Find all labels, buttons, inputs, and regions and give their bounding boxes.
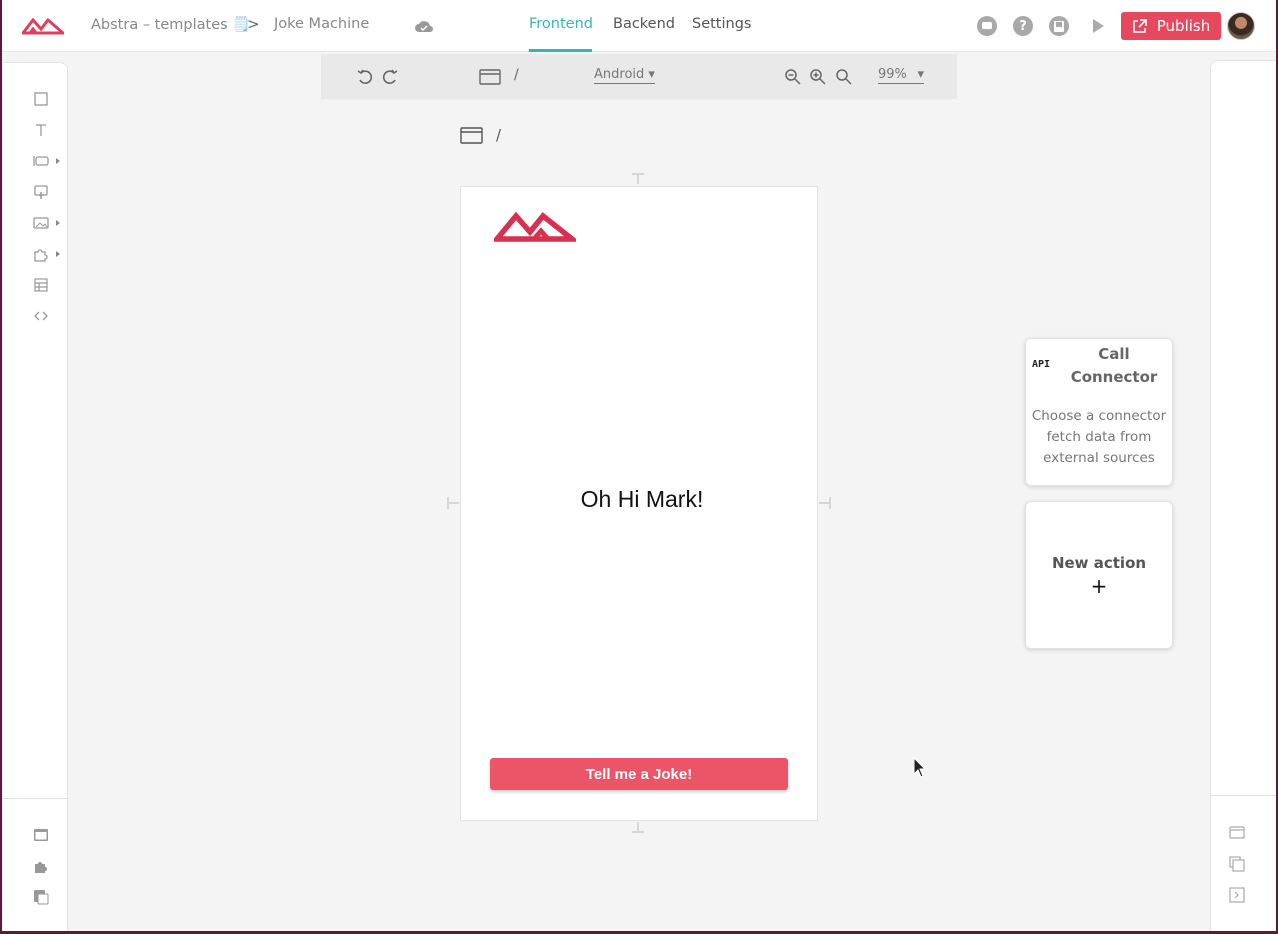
breadcrumb-separator: > xyxy=(247,15,260,33)
call-connector-description: Choose a connector fetch data from exter… xyxy=(1031,408,1167,466)
publish-button[interactable]: Publish xyxy=(1121,12,1221,40)
code-icon[interactable] xyxy=(33,308,49,324)
user-avatar[interactable] xyxy=(1227,12,1255,40)
container-icon[interactable] xyxy=(33,91,49,107)
redo-icon[interactable] xyxy=(381,68,399,86)
breadcrumb-project[interactable]: Abstra – templates 🗒️ xyxy=(91,16,250,33)
pages-icon[interactable] xyxy=(33,889,49,905)
page-settings-icon[interactable] xyxy=(1229,825,1245,841)
api-icon: API xyxy=(1032,359,1051,370)
new-action-title: New action xyxy=(1051,554,1147,572)
publish-label: Publish xyxy=(1156,17,1211,35)
abstra-logo[interactable] xyxy=(22,15,64,35)
cloud-saved-icon xyxy=(415,21,433,32)
right-sidebar xyxy=(1210,60,1276,932)
device-select-value: Android xyxy=(594,67,645,82)
image-icon[interactable] xyxy=(33,215,49,231)
right-sidebar-divider xyxy=(1210,795,1276,796)
greeting-text: Oh Hi Mark! xyxy=(580,486,704,512)
image-group-caret[interactable] xyxy=(56,220,60,226)
device-select[interactable]: Android ▾ xyxy=(594,67,655,84)
zoom-value: 99% xyxy=(878,67,907,82)
zoom-out-icon[interactable] xyxy=(784,68,802,86)
input-group-caret[interactable] xyxy=(56,158,60,164)
docs-icon[interactable] xyxy=(1049,16,1069,36)
resize-handle-right-bar xyxy=(829,497,831,509)
tab-backend[interactable]: Backend xyxy=(613,16,675,32)
zoom-fit-icon[interactable] xyxy=(835,68,853,86)
run-preview-icon[interactable] xyxy=(1093,19,1104,33)
duplicate-icon[interactable] xyxy=(1229,856,1245,872)
table-icon[interactable] xyxy=(33,277,49,293)
zoom-in-icon[interactable] xyxy=(809,68,827,86)
app-logo[interactable] xyxy=(494,212,576,242)
text-icon[interactable] xyxy=(33,122,49,138)
zoom-select[interactable]: 99% ▾ xyxy=(878,67,924,84)
toolbar-path: / xyxy=(514,67,519,83)
tab-frontend[interactable]: Frontend xyxy=(529,16,593,32)
tell-joke-button[interactable]: Tell me a Joke! xyxy=(490,758,788,790)
tab-settings[interactable]: Settings xyxy=(692,16,751,32)
input-icon[interactable] xyxy=(33,153,49,169)
page-path: / xyxy=(496,126,502,144)
mouse-cursor-icon xyxy=(913,757,927,778)
external-link-icon xyxy=(1132,18,1147,33)
breadcrumb-page[interactable]: Joke Machine xyxy=(274,16,369,32)
tab-frontend-indicator xyxy=(529,49,592,52)
plus-icon: + xyxy=(1090,574,1108,598)
undo-icon[interactable] xyxy=(356,68,374,86)
browser-window-icon[interactable] xyxy=(479,68,501,86)
puzzle-group-caret[interactable] xyxy=(56,251,60,257)
help-icon[interactable]: ? xyxy=(1013,16,1033,36)
expand-panel-icon[interactable] xyxy=(1229,887,1245,903)
window-icon[interactable] xyxy=(33,827,49,843)
call-connector-title: Call Connector xyxy=(1070,345,1158,386)
chat-icon[interactable] xyxy=(977,16,997,36)
resize-handle-top-bar xyxy=(632,173,644,175)
page-window-icon xyxy=(460,127,483,144)
touch-icon[interactable] xyxy=(33,184,49,200)
puzzle-icon[interactable] xyxy=(33,246,49,262)
resize-handle-bottom-bar xyxy=(632,831,644,833)
plugin-icon[interactable] xyxy=(33,858,49,874)
left-sidebar-divider xyxy=(3,798,68,799)
resize-handle-left-bar xyxy=(447,497,449,509)
